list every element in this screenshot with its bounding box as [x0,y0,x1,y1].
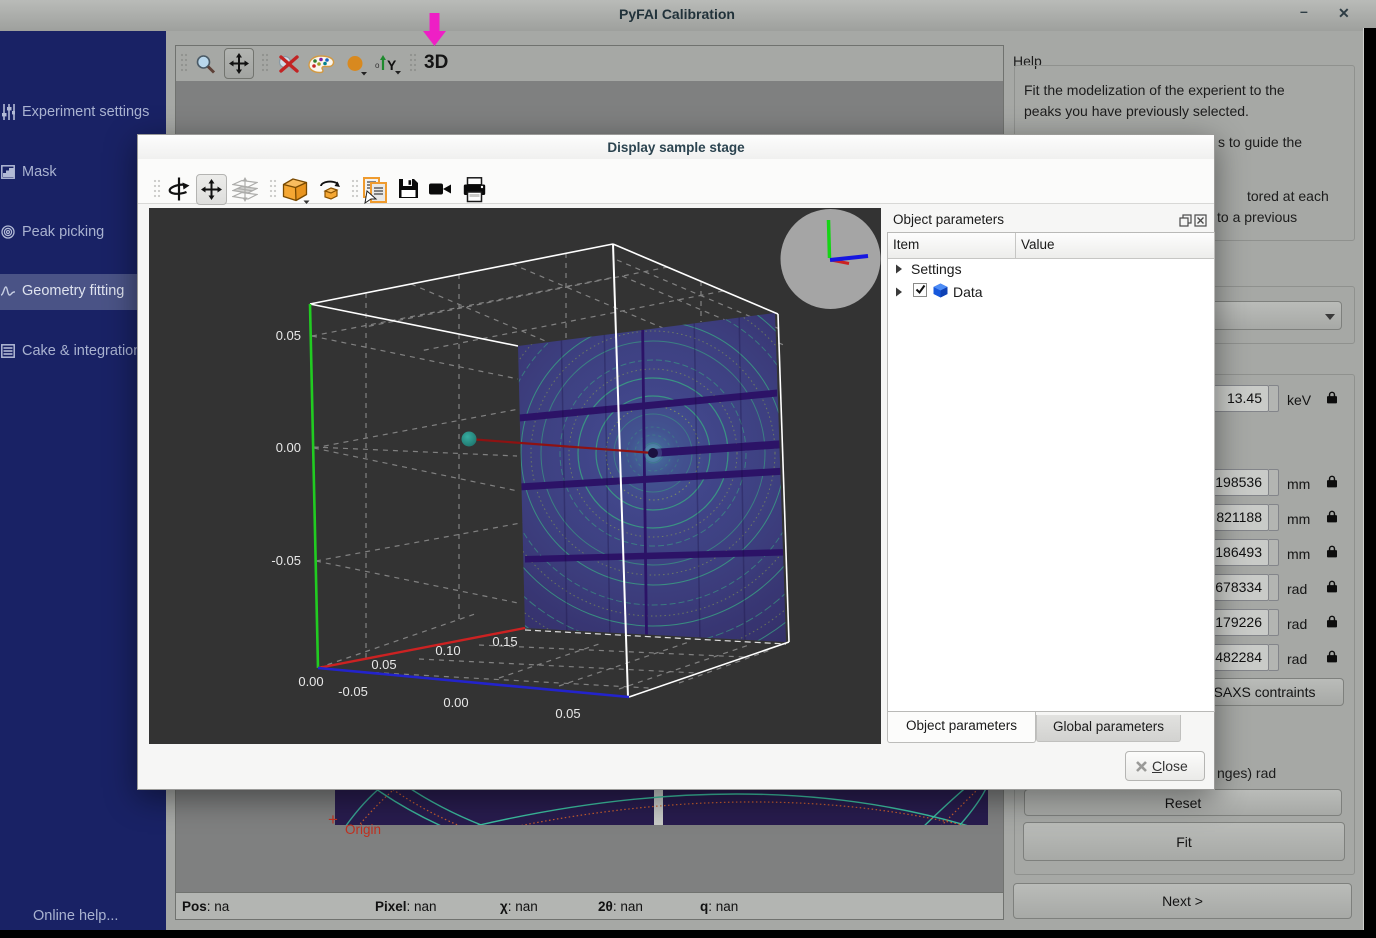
svg-text:0.00: 0.00 [298,674,323,689]
svg-text:Y: Y [387,57,397,73]
svg-text:o: o [375,61,380,70]
svg-text:0.05: 0.05 [276,328,301,343]
svg-text:0.00: 0.00 [276,440,301,455]
svg-text:-0.05: -0.05 [338,684,368,699]
svg-text:0.15: 0.15 [492,634,517,649]
svg-text:-0.05: -0.05 [271,553,301,568]
svg-text:0.05: 0.05 [555,706,580,721]
svg-text:0.10: 0.10 [435,643,460,658]
svg-text:0.05: 0.05 [371,657,396,672]
svg-text:0.00: 0.00 [443,695,468,710]
